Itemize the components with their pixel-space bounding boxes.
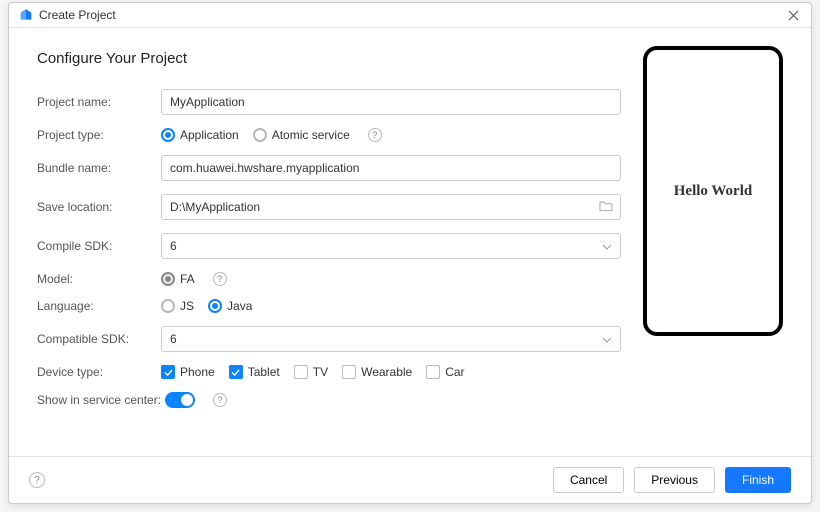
service-center-toggle[interactable]: [165, 392, 195, 408]
row-language: Language: JS Java: [37, 299, 621, 313]
checkbox-wearable[interactable]: Wearable: [342, 365, 412, 379]
checkbox-tablet-label: Tablet: [248, 365, 280, 379]
cancel-button[interactable]: Cancel: [553, 467, 624, 493]
help-service-center-icon[interactable]: ?: [213, 393, 227, 407]
app-logo-icon: [19, 8, 33, 22]
radio-atomic-service[interactable]: Atomic service: [253, 128, 350, 142]
chevron-down-icon: [602, 332, 612, 346]
row-compatible-sdk: Compatible SDK: 6: [37, 326, 621, 352]
label-language: Language:: [37, 299, 161, 313]
label-compatible-sdk: Compatible SDK:: [37, 332, 161, 346]
help-project-type-icon[interactable]: ?: [368, 128, 382, 142]
label-save-location: Save location:: [37, 200, 161, 214]
checkbox-car[interactable]: Car: [426, 365, 464, 379]
label-bundle-name: Bundle name:: [37, 161, 161, 175]
label-project-type: Project type:: [37, 128, 161, 142]
radio-atomic-service-label: Atomic service: [272, 128, 350, 142]
row-save-location: Save location:: [37, 194, 621, 220]
checkbox-phone[interactable]: Phone: [161, 365, 215, 379]
browse-folder-icon[interactable]: [599, 200, 613, 215]
project-name-input[interactable]: [161, 89, 621, 115]
titlebar-title: Create Project: [39, 8, 116, 22]
page-title: Configure Your Project: [37, 50, 621, 67]
label-model: Model:: [37, 272, 161, 286]
previous-button[interactable]: Previous: [634, 467, 715, 493]
checkbox-phone-label: Phone: [180, 365, 215, 379]
checkbox-tv-label: TV: [313, 365, 328, 379]
preview-text: Hello World: [674, 183, 752, 200]
row-project-name: Project name:: [37, 89, 621, 115]
dialog-footer: ? Cancel Previous Finish: [9, 456, 811, 503]
dialog-content: Configure Your Project Project name: Pro…: [9, 28, 811, 456]
label-project-name: Project name:: [37, 95, 161, 109]
row-bundle-name: Bundle name:: [37, 155, 621, 181]
close-icon[interactable]: [785, 7, 801, 23]
checkbox-tv[interactable]: TV: [294, 365, 328, 379]
radio-application-label: Application: [180, 128, 239, 142]
label-service-center: Show in service center:: [37, 393, 165, 407]
titlebar: Create Project: [9, 3, 811, 28]
compatible-sdk-value: 6: [170, 332, 177, 346]
row-project-type: Project type: Application Atomic service…: [37, 128, 621, 142]
phone-frame: Hello World: [643, 46, 783, 336]
row-device-type: Device type: Phone Tablet TV Wearable Ca…: [37, 365, 621, 379]
checkbox-tablet[interactable]: Tablet: [229, 365, 280, 379]
create-project-dialog: Create Project Configure Your Project Pr…: [8, 2, 812, 504]
checkbox-wearable-label: Wearable: [361, 365, 412, 379]
compatible-sdk-select[interactable]: 6: [161, 326, 621, 352]
help-icon[interactable]: ?: [29, 472, 45, 488]
label-compile-sdk: Compile SDK:: [37, 239, 161, 253]
radio-application[interactable]: Application: [161, 128, 239, 142]
save-location-input[interactable]: [161, 194, 621, 220]
row-model: Model: FA ?: [37, 272, 621, 286]
compile-sdk-select[interactable]: 6: [161, 233, 621, 259]
help-model-icon[interactable]: ?: [213, 272, 227, 286]
radio-fa[interactable]: FA: [161, 272, 195, 286]
radio-js[interactable]: JS: [161, 299, 194, 313]
row-service-center: Show in service center: ?: [37, 392, 621, 408]
bundle-name-input[interactable]: [161, 155, 621, 181]
radio-fa-label: FA: [180, 272, 195, 286]
compile-sdk-value: 6: [170, 239, 177, 253]
label-device-type: Device type:: [37, 365, 161, 379]
device-preview: Hello World: [643, 46, 783, 448]
form-area: Configure Your Project Project name: Pro…: [37, 50, 621, 448]
chevron-down-icon: [602, 239, 612, 253]
row-compile-sdk: Compile SDK: 6: [37, 233, 621, 259]
radio-js-label: JS: [180, 299, 194, 313]
radio-java-label: Java: [227, 299, 252, 313]
finish-button[interactable]: Finish: [725, 467, 791, 493]
checkbox-car-label: Car: [445, 365, 464, 379]
radio-java[interactable]: Java: [208, 299, 252, 313]
